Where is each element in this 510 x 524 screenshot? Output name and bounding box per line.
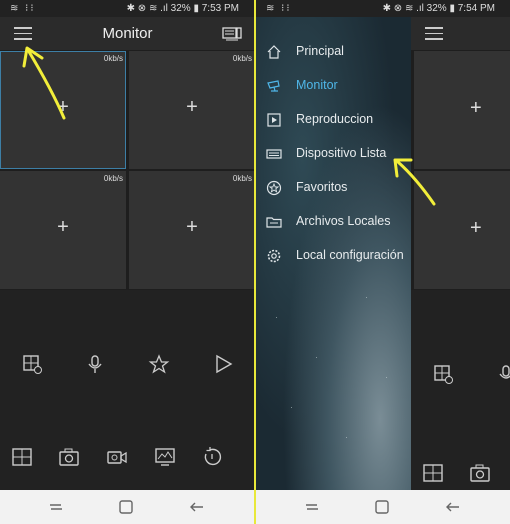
split-screen-icon[interactable] — [21, 353, 43, 375]
home-button-icon[interactable] — [117, 499, 135, 515]
layout-grid-icon[interactable] — [11, 446, 33, 468]
monitor-chart-icon[interactable] — [154, 446, 176, 468]
menu-item-label: Principal — [296, 44, 344, 58]
left-screenshot: ≋ ⁝⁝ ✱ ⊗ ≋ .ıl 32% ▮ 7:53 PM Monitor 0kb… — [0, 0, 255, 524]
control-area — [0, 290, 255, 490]
android-nav-bar — [256, 490, 510, 524]
video-record-icon[interactable] — [106, 446, 128, 468]
notification-icons: ≋ ⁝⁝ — [10, 3, 36, 14]
gear-icon — [267, 249, 281, 263]
speed-label: 0kb/s — [103, 174, 123, 183]
microphone-icon[interactable] — [495, 363, 510, 385]
add-camera-icon[interactable]: + — [470, 98, 482, 118]
camera-snapshot-icon[interactable] — [58, 446, 80, 468]
camera-snapshot-icon[interactable] — [469, 462, 491, 484]
star-icon — [266, 180, 282, 196]
menu-item-favoritos[interactable]: Favoritos — [256, 175, 411, 201]
video-cell-4[interactable]: 0kb/s + — [129, 171, 255, 289]
video-cell[interactable]: + — [414, 51, 510, 169]
menu-item-label: Reproduccion — [296, 112, 374, 126]
home-button-icon[interactable] — [373, 499, 391, 515]
status-bar: ≋ ⁝⁝ ✱ ⊗ ≋ .ıl 32% ▮ 7:53 PM — [0, 0, 255, 17]
status-right: ✱ ⊗ ≋ .ıl 32% ▮ 7:54 PM — [382, 3, 495, 14]
recent-apps-icon[interactable] — [47, 499, 65, 515]
app-header: Monitor — [0, 17, 255, 50]
menu-item-archivos-locales[interactable]: Archivos Locales — [256, 209, 411, 235]
page-title: Monitor — [102, 25, 153, 42]
add-camera-icon[interactable]: + — [129, 217, 255, 237]
notification-icons: ≋ ⁝⁝ — [266, 3, 292, 14]
menu-item-label: Monitor — [296, 78, 338, 92]
menu-item-local-configuracion[interactable]: Local configuración — [256, 243, 411, 269]
menu-item-dispositivo-lista[interactable]: Dispositivo Lista — [256, 141, 411, 167]
home-icon — [267, 45, 281, 59]
add-camera-icon[interactable]: + — [0, 97, 126, 117]
back-button-icon[interactable] — [188, 499, 206, 515]
speed-label: 0kb/s — [232, 54, 252, 63]
history-icon[interactable] — [201, 446, 223, 468]
app-header-behind — [411, 17, 510, 50]
video-cell[interactable]: + — [414, 171, 510, 289]
add-camera-icon[interactable]: + — [129, 97, 255, 117]
speed-label: 0kb/s — [232, 174, 252, 183]
device-list-icon — [266, 149, 282, 159]
control-area-behind — [411, 290, 510, 490]
playback-icon — [267, 113, 281, 127]
menu-item-label: Favoritos — [296, 180, 348, 194]
layout-grid-icon[interactable] — [422, 462, 444, 484]
speed-label: 0kb/s — [103, 54, 123, 63]
star-icon[interactable] — [148, 353, 170, 375]
menu-item-reproduccion[interactable]: Reproduccion — [256, 107, 411, 133]
video-cell-3[interactable]: 0kb/s + — [0, 171, 126, 289]
folder-icon — [266, 217, 282, 228]
android-nav-bar — [0, 490, 255, 524]
add-camera-icon[interactable]: + — [470, 218, 482, 238]
hamburger-menu-icon[interactable] — [425, 27, 443, 41]
microphone-icon[interactable] — [84, 353, 106, 375]
menu-item-label: Archivos Locales — [296, 214, 391, 228]
back-button-icon[interactable] — [444, 499, 462, 515]
menu-item-label: Dispositivo Lista — [296, 146, 387, 160]
recent-apps-icon[interactable] — [303, 499, 321, 515]
video-grid-behind: + + — [411, 50, 510, 290]
add-camera-icon[interactable]: + — [0, 217, 126, 237]
device-view-icon[interactable] — [222, 26, 242, 42]
video-grid: 0kb/s + 0kb/s + 0kb/s + 0kb/s + — [0, 50, 255, 290]
menu-item-principal[interactable]: Principal — [256, 39, 411, 65]
video-cell-1[interactable]: 0kb/s + — [0, 51, 126, 169]
split-screen-icon[interactable] — [432, 363, 454, 385]
menu-item-monitor[interactable]: Monitor — [256, 73, 411, 99]
camera-icon — [267, 80, 280, 92]
video-cell-2[interactable]: 0kb/s + — [129, 51, 255, 169]
navigation-drawer: Principal Monitor Reproduccion Dispositi… — [256, 17, 411, 490]
play-icon[interactable] — [212, 353, 234, 375]
status-right: ✱ ⊗ ≋ .ıl 32% ▮ 7:53 PM — [126, 3, 239, 14]
right-screenshot: ≋ ⁝⁝ ✱ ⊗ ≋ .ıl 32% ▮ 7:54 PM + + Princip… — [256, 0, 510, 524]
menu-item-label: Local configuración — [296, 248, 404, 262]
status-bar: ≋ ⁝⁝ ✱ ⊗ ≋ .ıl 32% ▮ 7:54 PM — [256, 0, 510, 17]
